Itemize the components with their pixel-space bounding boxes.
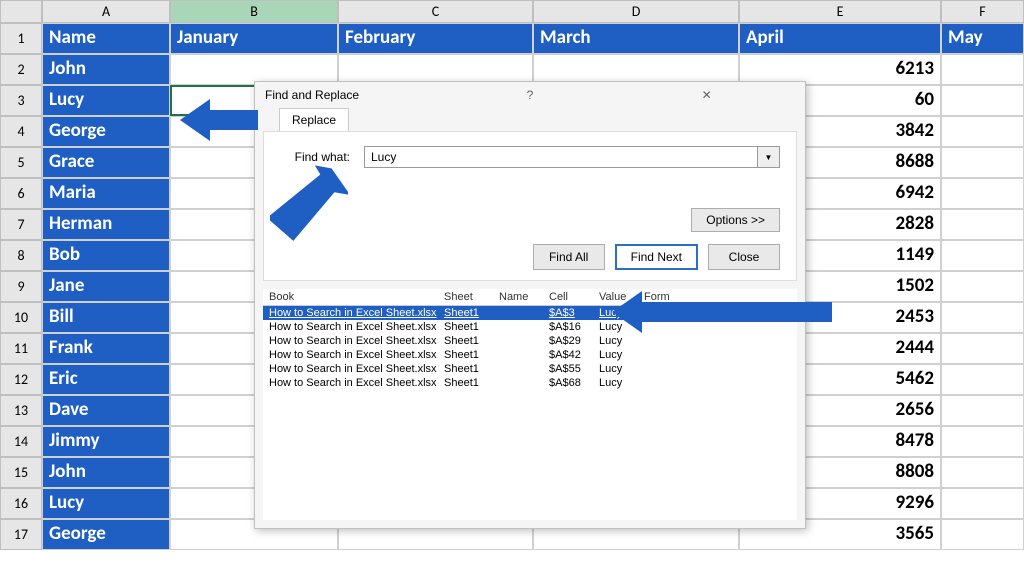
cell-F12[interactable] [941,364,1024,395]
cell-A9[interactable]: Jane [42,271,170,302]
find-what-label: Find what: [280,150,350,164]
col-header-C[interactable]: C [338,0,533,23]
cell-A14[interactable]: Jimmy [42,426,170,457]
row-header-11[interactable]: 11 [0,333,42,364]
find-all-button[interactable]: Find All [533,244,605,270]
cell-F16[interactable] [941,488,1024,519]
cell-F9[interactable] [941,271,1024,302]
cell-F17[interactable] [941,519,1024,550]
cell-F8[interactable] [941,240,1024,271]
cell-D1[interactable]: March [533,23,739,54]
row-header-3[interactable]: 3 [0,85,42,116]
cell-A2[interactable]: John [42,54,170,85]
col-header-D[interactable]: D [533,0,739,23]
row-header-5[interactable]: 5 [0,147,42,178]
cell-A10[interactable]: Bill [42,302,170,333]
find-next-button[interactable]: Find Next [615,244,698,270]
cell-A4[interactable]: George [42,116,170,147]
cell-F14[interactable] [941,426,1024,457]
close-button[interactable]: Close [708,244,780,270]
cell-F1[interactable]: May [941,23,1024,54]
row-header-9[interactable]: 9 [0,271,42,302]
col-header-A[interactable]: A [42,0,170,23]
annotation-arrow-left2-icon [612,291,832,333]
cell-F11[interactable] [941,333,1024,364]
row-header-1[interactable]: 1 [0,23,42,54]
cell-B1[interactable]: January [170,23,338,54]
cell-F6[interactable] [941,178,1024,209]
cell-A17[interactable]: George [42,519,170,550]
cell-A16[interactable]: Lucy [42,488,170,519]
cell-A12[interactable]: Eric [42,364,170,395]
row-header-2[interactable]: 2 [0,54,42,85]
row-header-7[interactable]: 7 [0,209,42,240]
close-icon[interactable]: ✕ [618,88,795,102]
row-header-6[interactable]: 6 [0,178,42,209]
cell-A15[interactable]: John [42,457,170,488]
annotation-arrow-upright-icon [270,165,348,243]
dialog-titlebar[interactable]: Find and Replace ? ✕ [255,82,805,108]
cell-A7[interactable]: Herman [42,209,170,240]
select-all-corner[interactable] [0,0,42,23]
col-header-B[interactable]: B [170,0,338,23]
cell-E1[interactable]: April [739,23,941,54]
row-header-8[interactable]: 8 [0,240,42,271]
results-row[interactable]: How to Search in Excel Sheet.xlsxSheet1$… [263,362,797,376]
cell-F2[interactable] [941,54,1024,85]
col-header-E[interactable]: E [739,0,941,23]
cell-A13[interactable]: Dave [42,395,170,426]
results-row[interactable]: How to Search in Excel Sheet.xlsxSheet1$… [263,348,797,362]
row-header-15[interactable]: 15 [0,457,42,488]
results-row[interactable]: How to Search in Excel Sheet.xlsxSheet1$… [263,334,797,348]
cell-F7[interactable] [941,209,1024,240]
row-header-14[interactable]: 14 [0,426,42,457]
row-header-10[interactable]: 10 [0,302,42,333]
cell-F10[interactable] [941,302,1024,333]
row-header-4[interactable]: 4 [0,116,42,147]
row-header-12[interactable]: 12 [0,364,42,395]
cell-A1[interactable]: Name [42,23,170,54]
help-icon[interactable]: ? [442,88,619,102]
row-header-13[interactable]: 13 [0,395,42,426]
dialog-title: Find and Replace [265,88,442,102]
cell-F3[interactable] [941,85,1024,116]
row-header-17[interactable]: 17 [0,519,42,550]
cell-F13[interactable] [941,395,1024,426]
row-header-16[interactable]: 16 [0,488,42,519]
cell-F4[interactable] [941,116,1024,147]
options-button[interactable]: Options >> [691,208,780,232]
cell-A8[interactable]: Bob [42,240,170,271]
find-what-input[interactable] [364,146,758,168]
tab-replace[interactable]: Replace [279,108,349,131]
cell-C1[interactable]: February [338,23,533,54]
cell-A11[interactable]: Frank [42,333,170,364]
col-header-F[interactable]: F [941,0,1024,23]
cell-A6[interactable]: Maria [42,178,170,209]
cell-A5[interactable]: Grace [42,147,170,178]
cell-F15[interactable] [941,457,1024,488]
find-dropdown-icon[interactable]: ▼ [758,146,780,168]
results-row[interactable]: How to Search in Excel Sheet.xlsxSheet1$… [263,376,797,390]
cell-F5[interactable] [941,147,1024,178]
annotation-arrow-left-icon [180,99,258,141]
cell-A3[interactable]: Lucy [42,85,170,116]
